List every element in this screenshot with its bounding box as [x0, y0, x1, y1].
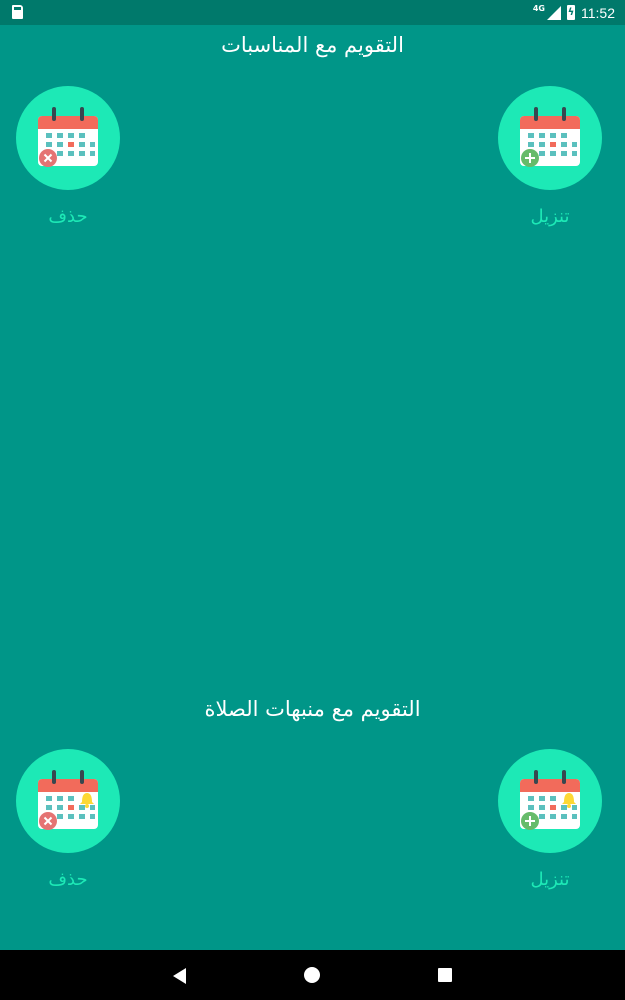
delete-label: حذف — [48, 206, 88, 227]
signal-icon — [547, 5, 561, 20]
battery-charging-icon: ϟ — [567, 5, 575, 20]
recents-icon[interactable] — [438, 968, 452, 982]
delete-prayer-calendar-button[interactable]: حذف — [16, 749, 120, 890]
status-bar: 4G ϟ 11:52 — [0, 0, 625, 25]
home-icon[interactable] — [304, 967, 320, 983]
section-title-prayer-alarms: التقويم مع منبهات الصلاة — [204, 697, 421, 721]
calendar-add-icon — [498, 86, 602, 190]
calendar-bell-add-icon — [498, 749, 602, 853]
clock: 11:52 — [581, 4, 615, 21]
delete-label: حذف — [48, 869, 88, 890]
navigation-bar — [0, 950, 625, 1000]
network-type: 4G — [532, 4, 545, 13]
calendar-remove-icon — [16, 86, 120, 190]
download-prayer-calendar-button[interactable]: تنزيل — [498, 749, 602, 890]
section-title-events: التقويم مع المناسبات — [221, 33, 404, 57]
download-label: تنزيل — [530, 206, 570, 227]
sd-card-icon — [12, 5, 23, 19]
delete-events-calendar-button[interactable]: حذف — [16, 86, 120, 227]
calendar-bell-remove-icon — [16, 749, 120, 853]
download-events-calendar-button[interactable]: تنزيل — [498, 86, 602, 227]
download-label: تنزيل — [530, 869, 570, 890]
back-icon[interactable] — [173, 968, 186, 984]
status-icons: 4G ϟ 11:52 — [533, 0, 615, 25]
